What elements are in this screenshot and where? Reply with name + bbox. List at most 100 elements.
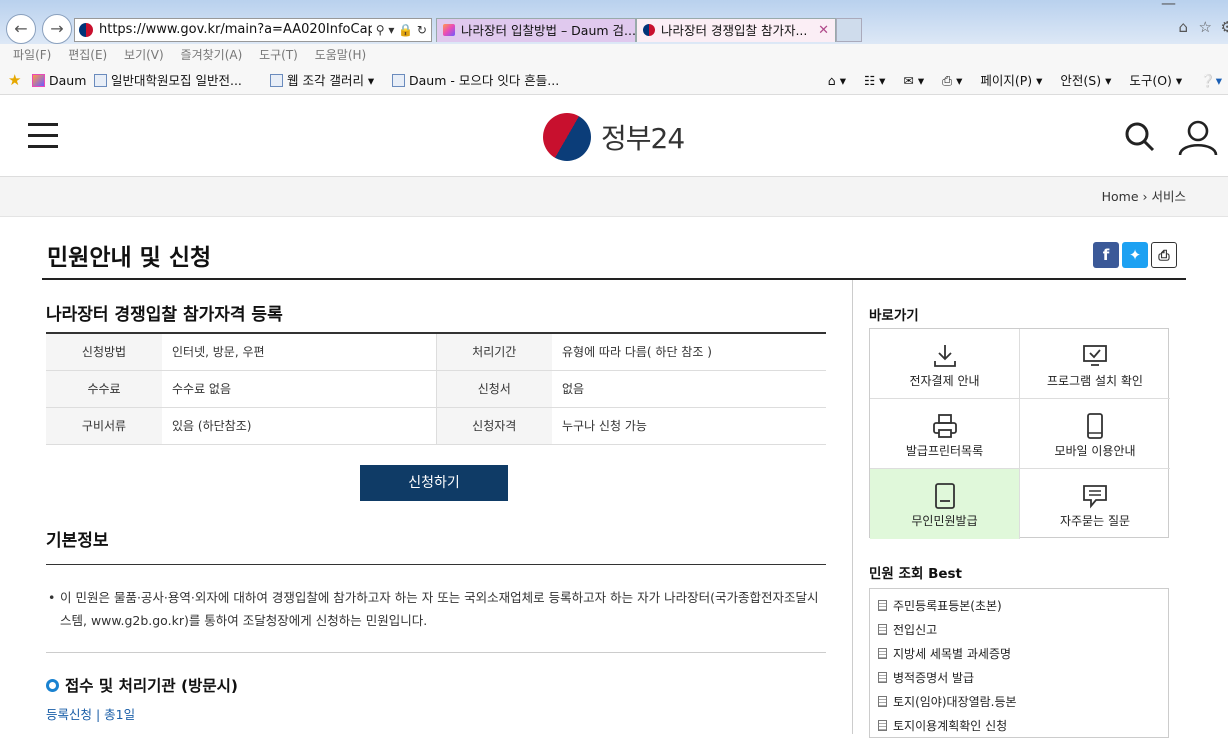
breadcrumb-service[interactable]: 서비스 (1151, 189, 1186, 204)
apply-button[interactable]: 신청하기 (360, 465, 508, 501)
basic-info-title: 기본정보 (46, 531, 109, 551)
back-button[interactable]: ← (6, 14, 36, 44)
page-menu[interactable]: 페이지(P) ▾ (980, 73, 1042, 88)
menu-help[interactable]: 도움말(H) (315, 48, 367, 62)
best-services-title: 민원 조회 Best (869, 566, 963, 582)
quick-link-faq[interactable]: 자주묻는 질문 (1020, 469, 1170, 539)
quick-link-program-check[interactable]: 프로그램 설치 확인 (1020, 329, 1170, 399)
main-content: 나라장터 경쟁입찰 참가자격 등록 신청방법 인터넷, 방문, 우편 처리기간 … (46, 280, 826, 734)
tab-gov24[interactable]: 나라장터 경쟁입찰 참가자... ✕ (636, 18, 836, 42)
address-tools-icon[interactable]: ⚲ ▾ 🔒 ↻ (371, 19, 427, 41)
minimize-icon[interactable]: — (1161, 0, 1176, 12)
sidebar: 바로가기 전자결제 안내 프로그램 설치 확인 발급프린터목록 모바일 이용안내… (852, 280, 1192, 738)
close-tab-icon[interactable]: ✕ (818, 19, 829, 42)
table-cell: 없음 (552, 370, 826, 408)
settings-icon[interactable]: ⚙ (1221, 18, 1228, 36)
table-header-cell: 신청방법 (46, 333, 162, 371)
quick-link-kiosk[interactable]: 무인민원발급 (870, 469, 1020, 539)
document-icon (878, 624, 887, 635)
search-icon[interactable] (1125, 122, 1155, 152)
command-bar: ⌂ ▾ ☷ ▾ ✉ ▾ ⎙ ▾ 페이지(P) ▾ 안전(S) ▾ 도구(O) ▾… (814, 66, 1222, 95)
service-description: 이 민원은 물품·공사·용역·외자에 대하여 경쟁입찰에 참가하고자 하는 자 … (46, 586, 826, 632)
mail-icon[interactable]: ✉ ▾ (903, 73, 924, 88)
table-row: 구비서류 있음 (하단참조) 신청자격 누구나 신청 가능 (46, 407, 826, 445)
table-header-cell: 수수료 (46, 370, 162, 408)
fav-daum[interactable]: Daum (32, 66, 86, 95)
breadcrumb-band: Home › 서비스 (0, 177, 1228, 217)
ie-page-icon (94, 74, 107, 87)
quick-link-mobile[interactable]: 모바일 이용안내 (1020, 399, 1170, 469)
forward-button[interactable]: → (42, 14, 72, 44)
url-text: https://www.gov.kr/main?a=AA020InfoCappV… (99, 22, 415, 37)
address-bar[interactable]: https://www.gov.kr/main?a=AA020InfoCappV… (74, 18, 432, 42)
quick-links-grid: 전자결제 안내 프로그램 설치 확인 발급프린터목록 모바일 이용안내 무인민원… (869, 328, 1170, 539)
twitter-icon[interactable]: ✦ (1122, 242, 1148, 268)
site-favicon-icon (79, 23, 93, 37)
table-header-cell: 처리기간 (436, 333, 552, 371)
list-item[interactable]: 전입신고 (878, 621, 1168, 645)
table-header-cell: 신청서 (436, 370, 552, 408)
document-icon (878, 720, 887, 731)
tools-menu[interactable]: 도구(O) ▾ (1129, 73, 1182, 88)
service-title: 나라장터 경쟁입찰 참가자격 등록 (46, 305, 283, 325)
download-icon (934, 345, 956, 367)
menu-tools[interactable]: 도구(T) (259, 48, 298, 62)
table-row: 수수료 수수료 없음 신청서 없음 (46, 370, 826, 408)
tab-bar: ← → https://www.gov.kr/main?a=AA020InfoC… (0, 0, 1228, 44)
home-icon[interactable]: ⌂ (1178, 18, 1188, 36)
document-icon (878, 672, 887, 683)
menu-favorites[interactable]: 즐겨찾기(A) (181, 48, 243, 62)
table-cell: 수수료 없음 (162, 370, 437, 408)
rss-icon[interactable]: ☷ ▾ (864, 73, 885, 88)
help-icon[interactable]: ❔▾ (1200, 73, 1222, 88)
table-cell: 유형에 따라 다름( 하단 참조 ) (552, 333, 826, 371)
taegeuk-logo-icon (543, 113, 591, 161)
home-command-icon[interactable]: ⌂ ▾ (828, 73, 846, 88)
document-icon (878, 600, 887, 611)
quick-links-title: 바로가기 (869, 308, 919, 324)
site-header: 정부24 (0, 95, 1228, 177)
fav-webslice[interactable]: 웹 조각 갤러리 ▾ (270, 66, 374, 95)
chat-icon (1083, 485, 1107, 509)
favorites-star-icon[interactable]: ★ (8, 66, 21, 95)
list-item[interactable]: 병적증명서 발급 (878, 669, 1168, 693)
section-divider (46, 652, 826, 653)
facebook-icon[interactable]: f (1093, 242, 1119, 268)
list-item[interactable]: 토지(임야)대장열람.등본 (878, 693, 1168, 717)
table-cell: 누구나 신청 가능 (552, 407, 826, 445)
list-item[interactable]: 토지이용계획확인 신청 (878, 717, 1168, 741)
daum-icon (32, 74, 45, 87)
tab-daum-search[interactable]: 나라장터 입찰방법 – Daum 검... (436, 18, 636, 42)
document-icon (878, 696, 887, 707)
star-icon[interactable]: ☆ (1199, 18, 1212, 36)
daum-tab-icon (443, 24, 455, 36)
menu-bar: 파일(F) 편집(E) 보기(V) 즐겨찾기(A) 도구(T) 도움말(H) (0, 44, 1228, 66)
favorites-bar: ★ Daum 일반대학원모집 일반전... 웹 조각 갤러리 ▾ Daum - … (0, 66, 1228, 95)
new-tab-button[interactable] (836, 18, 862, 42)
list-item[interactable]: 지방세 세목별 과세증명 (878, 645, 1168, 669)
table-row: 신청방법 인터넷, 방문, 우편 처리기간 유형에 따라 다름( 하단 참조 ) (46, 333, 826, 371)
fav-daum-page[interactable]: Daum - 모으다 잇다 흔들... (392, 66, 559, 95)
document-icon (878, 648, 887, 659)
print-command-icon[interactable]: ⎙ ▾ (942, 73, 962, 88)
safety-menu[interactable]: 안전(S) ▾ (1060, 73, 1111, 88)
reception-link[interactable]: 등록신청 | 총1일 (46, 704, 135, 723)
quick-link-printers[interactable]: 발급프린터목록 (870, 399, 1020, 469)
menu-hamburger-icon[interactable] (28, 123, 58, 149)
printer-icon (933, 414, 957, 438)
fav-graduate[interactable]: 일반대학원모집 일반전... (94, 66, 242, 95)
list-item[interactable]: 주민등록표등본(초본) (878, 597, 1168, 621)
table-cell: 있음 (하단참조) (162, 407, 437, 445)
menu-edit[interactable]: 편집(E) (68, 48, 107, 62)
breadcrumb-home[interactable]: Home (1102, 189, 1139, 204)
menu-file[interactable]: 파일(F) (13, 48, 51, 62)
table-cell: 인터넷, 방문, 우편 (162, 333, 437, 371)
print-icon[interactable]: ⎙ (1151, 242, 1177, 268)
quick-link-payment[interactable]: 전자결제 안내 (870, 329, 1020, 399)
gov24-logo[interactable]: 정부24 (543, 112, 685, 162)
breadcrumb: Home › 서비스 (1102, 177, 1186, 217)
user-icon[interactable] (1178, 120, 1218, 156)
kiosk-icon (935, 483, 955, 509)
menu-view[interactable]: 보기(V) (124, 48, 164, 62)
circle-bullet-icon (46, 679, 59, 692)
